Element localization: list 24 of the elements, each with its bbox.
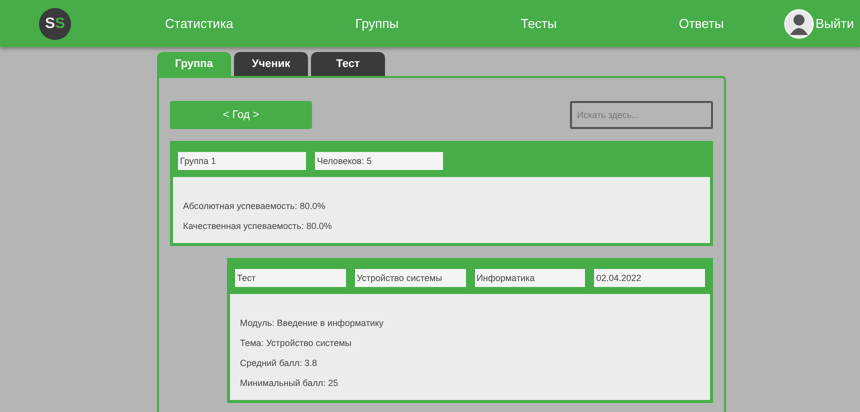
info-field: 02.04.2022 — [594, 269, 705, 287]
info-field: Тест — [235, 269, 346, 287]
stat-text: Минимальный балл: 25 — [240, 378, 340, 388]
logout-link[interactable]: Выйти — [816, 16, 854, 31]
user-avatar-icon[interactable] — [784, 8, 814, 38]
stat-text: Качественная успеваемость: 80.0% — [183, 221, 333, 231]
info-field: Человеков: 5 — [315, 152, 443, 170]
logo: SS — [39, 8, 71, 40]
stat-text: Средний балл: 3.8 — [240, 358, 318, 368]
info-field: Группа 1 — [178, 152, 306, 170]
nav-link[interactable]: Статистика — [165, 16, 234, 32]
tab[interactable]: Группа — [157, 52, 231, 76]
nav-link[interactable]: Группы — [355, 16, 399, 32]
nav-link[interactable]: Тесты — [520, 16, 557, 32]
year-button[interactable]: < Год > — [170, 101, 312, 129]
tab[interactable]: Тест — [311, 52, 385, 76]
nav-link[interactable]: Ответы — [678, 16, 724, 32]
info-field: Информатика — [474, 269, 586, 287]
tab[interactable]: Ученик — [234, 52, 308, 76]
stat-text: Модуль: Введение в информатику — [240, 318, 385, 328]
stat-text: Абсолютная успеваемость: 80.0% — [183, 201, 326, 211]
search-field[interactable]: Искать здесь... — [570, 101, 713, 129]
info-field: Устройство системы — [354, 269, 466, 287]
stat-text: Тема: Устройство системы — [240, 338, 352, 348]
